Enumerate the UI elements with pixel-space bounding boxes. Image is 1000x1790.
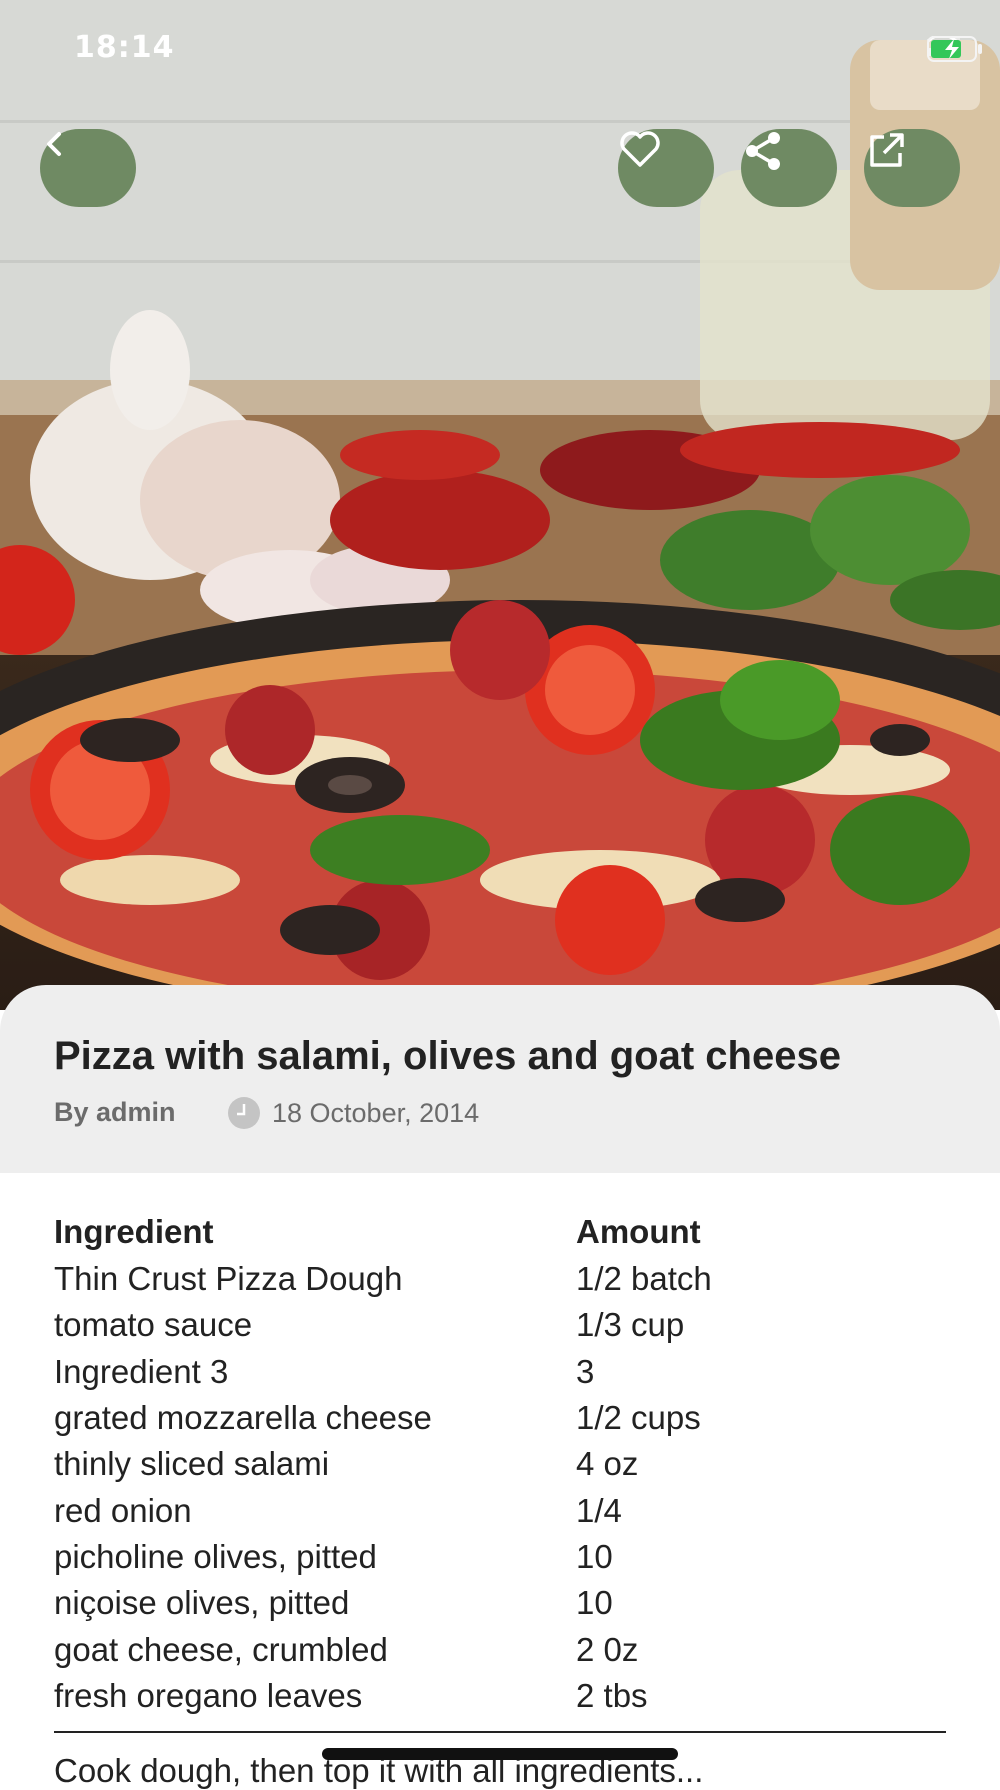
table-row: grated mozzarella cheese 1/2 cups	[54, 1395, 954, 1441]
ingredient-name: red onion	[54, 1491, 192, 1529]
ingredient-amount: 1/2 cups	[576, 1399, 701, 1437]
recipe-author[interactable]: By admin	[54, 1097, 176, 1128]
ingredient-name: thinly sliced salami	[54, 1445, 330, 1483]
ingredient-amount: 1/3 cup	[576, 1306, 685, 1344]
clock-icon	[228, 1097, 260, 1129]
battery-charging-icon	[927, 36, 982, 62]
table-row: fresh oregano leaves 2 tbs	[54, 1673, 954, 1719]
ingredient-amount: 10	[576, 1537, 613, 1575]
ingredient-name: niçoise olives, pitted	[54, 1584, 350, 1622]
table-row: tomato sauce 1/3 cup	[54, 1302, 954, 1348]
open-external-button[interactable]	[864, 129, 960, 207]
home-indicator[interactable]	[322, 1748, 678, 1760]
ingredient-amount: 3	[576, 1352, 595, 1390]
external-link-icon	[870, 133, 904, 167]
back-button[interactable]	[40, 129, 136, 207]
heart-icon	[620, 131, 660, 167]
recipe-hero-image: 18:14	[0, 0, 1000, 1010]
section-divider	[54, 1731, 946, 1733]
recipe-date-text: 18 October, 2014	[272, 1097, 480, 1128]
table-row: goat cheese, crumbled 2 0z	[54, 1626, 954, 1672]
ingredient-amount: 1/2 batch	[576, 1260, 712, 1298]
table-row: niçoise olives, pitted 10	[54, 1580, 954, 1626]
ingredient-name: Thin Crust Pizza Dough	[54, 1260, 403, 1298]
recipe-header-card	[0, 985, 1000, 1173]
ingredient-name: tomato sauce	[54, 1306, 253, 1344]
ingredient-name: fresh oregano leaves	[54, 1676, 363, 1714]
pizza-photo	[0, 0, 1000, 1010]
table-row: picholine olives, pitted 10	[54, 1534, 954, 1580]
share-icon	[746, 132, 780, 170]
table-row: Ingredient 3 3	[54, 1349, 954, 1395]
status-bar-time: 18:14	[74, 30, 175, 65]
column-header-amount: Amount	[576, 1213, 701, 1250]
ingredient-amount: 4 oz	[576, 1445, 639, 1483]
status-bar-icons	[927, 36, 982, 62]
favorite-button[interactable]	[618, 129, 714, 207]
table-header-row: Ingredient Amount	[54, 1208, 954, 1256]
ingredient-amount: 1/4	[576, 1491, 622, 1529]
column-header-ingredient: Ingredient	[54, 1213, 214, 1250]
table-row: Thin Crust Pizza Dough 1/2 batch	[54, 1256, 954, 1302]
table-row: red onion 1/4	[54, 1487, 954, 1533]
ingredient-amount: 10	[576, 1584, 613, 1622]
ingredient-amount: 2 tbs	[576, 1676, 648, 1714]
ingredient-name: grated mozzarella cheese	[54, 1399, 432, 1437]
ingredient-name: picholine olives, pitted	[54, 1537, 377, 1575]
ingredient-amount: 2 0z	[576, 1630, 639, 1668]
ingredient-name: goat cheese, crumbled	[54, 1630, 388, 1668]
ingredients-table: Ingredient Amount Thin Crust Pizza Dough…	[54, 1208, 954, 1719]
share-button[interactable]	[741, 129, 837, 207]
ingredient-name: Ingredient 3	[54, 1352, 229, 1390]
recipe-title: Pizza with salami, olives and goat chees…	[54, 1034, 841, 1078]
chevron-left-icon	[47, 132, 61, 156]
table-row: thinly sliced salami 4 oz	[54, 1441, 954, 1487]
recipe-date: 18 October, 2014	[226, 1095, 479, 1131]
